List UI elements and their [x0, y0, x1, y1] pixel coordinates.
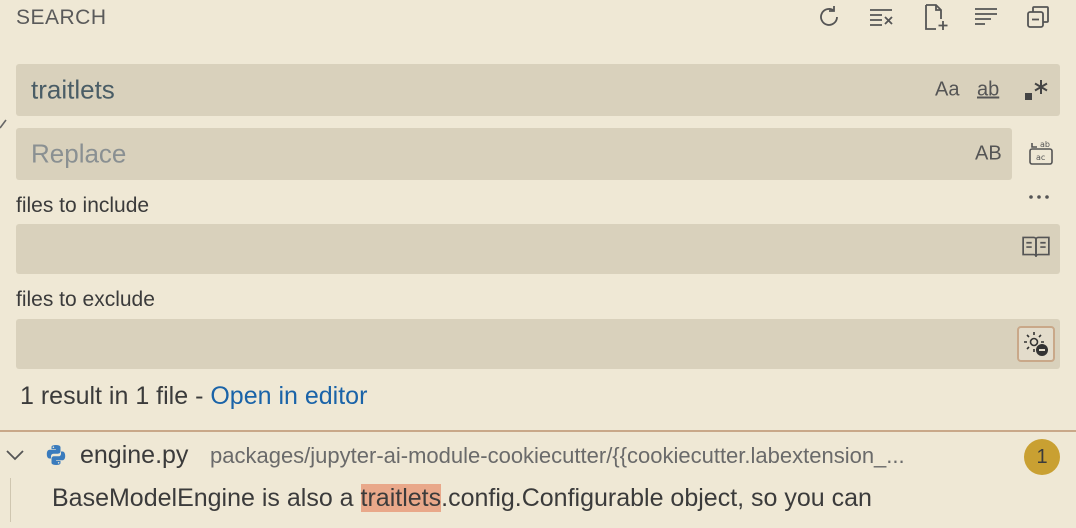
- gear-exclude-icon: [1024, 332, 1048, 356]
- match-line: BaseModelEngine is also a traitlets.conf…: [52, 484, 872, 513]
- replace-all-icon[interactable]: ab ac: [1026, 138, 1056, 168]
- preserve-case-toggle[interactable]: AB: [975, 143, 1002, 166]
- use-exclude-settings-toggle[interactable]: [1017, 326, 1055, 362]
- tree-indent-guide: [10, 478, 11, 522]
- files-to-include-input[interactable]: [16, 224, 1060, 274]
- chevron-down-icon[interactable]: [4, 445, 26, 465]
- match-text-before: BaseModelEngine is also a: [52, 484, 361, 512]
- replace-input[interactable]: Replace AB: [16, 128, 1012, 180]
- regex-icon: [1025, 80, 1048, 100]
- replace-placeholder: Replace: [31, 138, 127, 169]
- match-result-row[interactable]: BaseModelEngine is also a traitlets.conf…: [0, 478, 1076, 522]
- use-regex-toggle[interactable]: [1022, 76, 1050, 104]
- svg-text:ac: ac: [1036, 153, 1045, 162]
- files-to-exclude-input[interactable]: [16, 319, 1060, 369]
- result-file-name: engine.py: [80, 441, 189, 469]
- result-count-text: 1 result in 1 file -: [20, 382, 211, 410]
- refresh-icon[interactable]: [814, 2, 844, 32]
- clear-results-icon[interactable]: [866, 2, 896, 32]
- toggle-replace-chevron-icon[interactable]: [0, 116, 10, 130]
- search-header: SEARCH: [0, 0, 1076, 36]
- collapse-all-icon[interactable]: [1023, 2, 1053, 32]
- view-as-tree-icon[interactable]: [971, 2, 1001, 32]
- new-search-editor-icon[interactable]: [920, 2, 950, 32]
- python-file-icon: [46, 445, 66, 465]
- result-file-path: packages/jupyter-ai-module-cookiecutter/…: [210, 443, 905, 468]
- match-count-badge: 1: [1024, 439, 1060, 475]
- search-input-value: traitlets: [31, 74, 115, 105]
- match-text-after: .config.Configurable object, so you can: [441, 484, 872, 512]
- search-input[interactable]: traitlets Aa ab: [16, 64, 1060, 116]
- match-highlight: traitlets: [360, 484, 442, 512]
- search-only-open-editors-icon[interactable]: [1021, 231, 1051, 267]
- result-summary: 1 result in 1 file - Open in editor: [20, 382, 367, 411]
- open-in-editor-link[interactable]: Open in editor: [210, 382, 367, 410]
- svg-text:ab: ab: [1040, 140, 1050, 149]
- files-to-include-label: files to include: [16, 194, 150, 217]
- match-case-toggle[interactable]: Aa: [935, 79, 959, 102]
- toggle-search-details-icon[interactable]: [1024, 180, 1054, 210]
- match-whole-word-toggle[interactable]: ab: [977, 79, 999, 102]
- results-divider: [0, 430, 1076, 432]
- files-to-exclude-label: files to exclude: [16, 288, 155, 311]
- file-result-row[interactable]: engine.py packages/jupyter-ai-module-coo…: [0, 433, 1076, 477]
- panel-title: SEARCH: [16, 6, 107, 29]
